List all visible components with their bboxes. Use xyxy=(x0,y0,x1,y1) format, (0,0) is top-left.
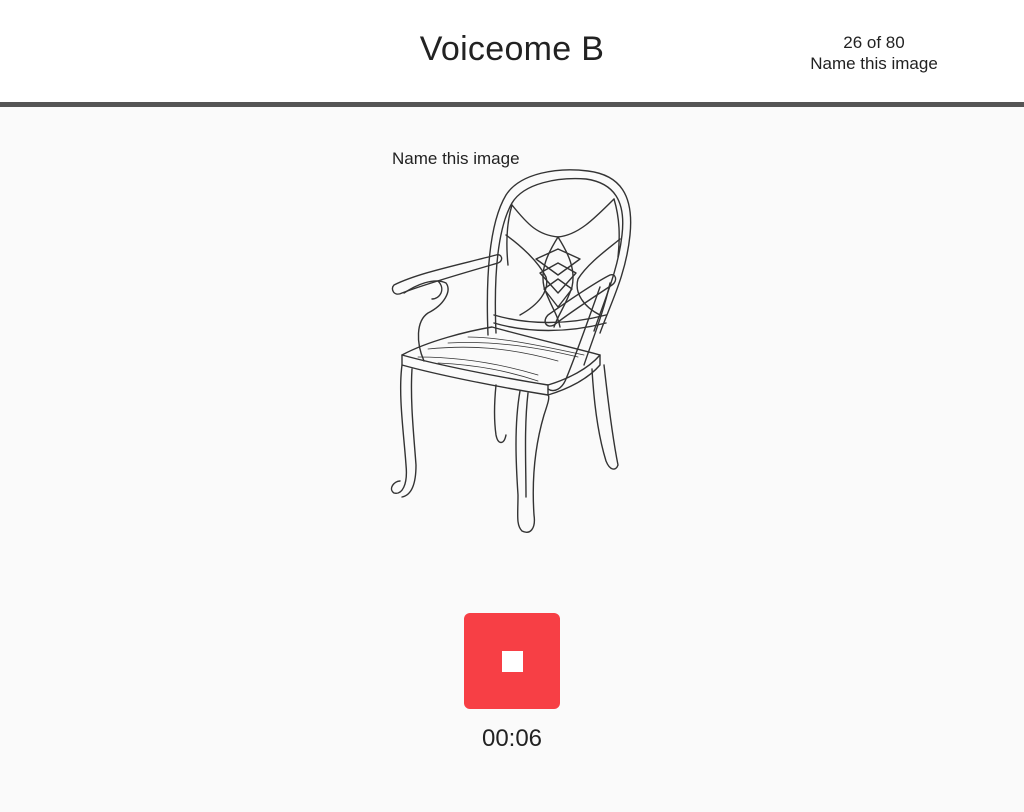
chair-image xyxy=(390,169,632,533)
app-header: Voiceome B 26 of 80 Name this image xyxy=(0,0,1024,107)
progress-count: 26 of 80 xyxy=(843,33,905,52)
task-name: Name this image xyxy=(810,54,938,73)
stop-recording-button[interactable] xyxy=(464,613,560,709)
stop-icon xyxy=(502,651,523,672)
progress-indicator: 26 of 80 Name this image xyxy=(794,32,954,74)
recording-timer: 00:06 xyxy=(481,725,543,752)
task-area: Name this image 00:06 xyxy=(0,107,1024,812)
